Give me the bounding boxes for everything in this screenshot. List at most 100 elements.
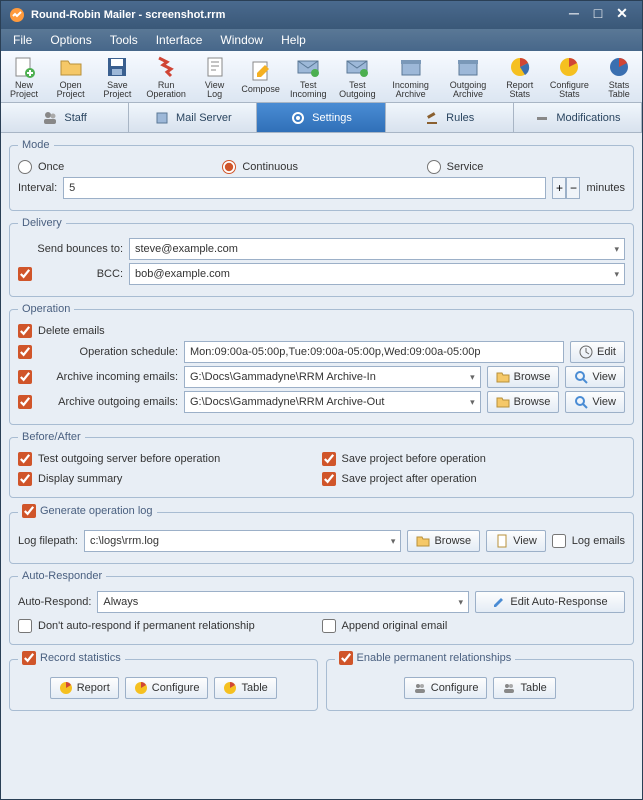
tab-staff[interactable]: Staff xyxy=(1,103,129,132)
stats-report-button[interactable]: Report xyxy=(50,677,119,699)
before-after-legend: Before/After xyxy=(18,431,85,443)
log-view-button[interactable]: View xyxy=(486,530,546,552)
before-after-group: Before/After Test outgoing server before… xyxy=(9,431,634,498)
bcc-checkbox[interactable] xyxy=(18,267,32,281)
pie-gear-icon xyxy=(557,55,581,79)
server-icon xyxy=(154,110,170,126)
tb-configure-stats[interactable]: Configure Stats xyxy=(547,53,592,101)
tb-view-log[interactable]: View Log xyxy=(196,53,234,101)
rel-table-button[interactable]: Table xyxy=(493,677,555,699)
tb-stats-table[interactable]: Stats Table xyxy=(600,53,638,101)
folder-icon xyxy=(496,395,510,409)
tb-test-incoming[interactable]: Test Incoming xyxy=(288,53,329,101)
save-before-checkbox[interactable] xyxy=(322,452,336,466)
stats-configure-button[interactable]: Configure xyxy=(125,677,209,699)
archive-in-label: Archive incoming emails: xyxy=(38,371,178,383)
delivery-legend: Delivery xyxy=(18,217,66,229)
tab-settings[interactable]: Settings xyxy=(257,103,385,132)
folder-open-icon xyxy=(59,55,83,79)
tb-report-stats[interactable]: Report Stats xyxy=(501,53,539,101)
mode-service-radio[interactable] xyxy=(427,160,441,174)
log-emails-checkbox[interactable] xyxy=(552,534,566,548)
maximize-button[interactable]: □ xyxy=(586,5,610,25)
menu-options[interactable]: Options xyxy=(42,31,99,49)
bcc-combo[interactable]: bob@example.com xyxy=(129,263,625,285)
test-server-checkbox[interactable] xyxy=(18,452,32,466)
append-email-label: Append original email xyxy=(342,620,448,632)
tb-open-project[interactable]: Open Project xyxy=(51,53,90,101)
interval-input[interactable] xyxy=(63,177,546,199)
log-filepath-combo[interactable]: c:\logs\rrm.log xyxy=(84,530,402,552)
edit-autoresponse-button[interactable]: Edit Auto-Response xyxy=(475,591,625,613)
rel-configure-button[interactable]: Configure xyxy=(404,677,488,699)
autorespond-mode-combo[interactable]: Always xyxy=(97,591,469,613)
tb-save-project[interactable]: Save Project xyxy=(98,53,136,101)
tab-rules[interactable]: Rules xyxy=(386,103,514,132)
archive-in-view-button[interactable]: View xyxy=(565,366,625,388)
mode-continuous-radio[interactable] xyxy=(222,160,236,174)
tab-mail-server[interactable]: Mail Server xyxy=(129,103,257,132)
log-filepath-label: Log filepath: xyxy=(18,535,78,547)
append-email-checkbox[interactable] xyxy=(322,619,336,633)
menu-window[interactable]: Window xyxy=(212,31,271,49)
interval-unit: minutes xyxy=(586,182,625,194)
window-title: Round-Robin Mailer - screenshot.rrm xyxy=(31,9,562,21)
magnifier-icon xyxy=(574,395,588,409)
archive-out-view-button[interactable]: View xyxy=(565,391,625,413)
tb-incoming-archive[interactable]: Incoming Archive xyxy=(386,53,435,101)
schedule-checkbox[interactable] xyxy=(18,345,32,359)
minimize-button[interactable]: ─ xyxy=(562,5,586,25)
gen-log-checkbox[interactable] xyxy=(22,504,36,518)
pie-chart-icon xyxy=(223,681,237,695)
mode-once-radio[interactable] xyxy=(18,160,32,174)
tab-modifications[interactable]: Modifications xyxy=(514,103,642,132)
archive-in-icon xyxy=(399,55,423,79)
close-button[interactable]: ✕ xyxy=(610,5,634,25)
interval-spinner: + − xyxy=(552,177,580,199)
pie-table-icon xyxy=(607,55,631,79)
archive-out-combo[interactable]: G:\Docs\Gammadyne\RRM Archive-Out xyxy=(184,391,481,413)
stats-checkbox[interactable] xyxy=(22,651,36,665)
schedule-input[interactable] xyxy=(184,341,564,363)
log-emails-label: Log emails xyxy=(572,535,625,547)
menu-tools[interactable]: Tools xyxy=(102,31,146,49)
bounce-combo[interactable]: steve@example.com xyxy=(129,238,625,260)
log-legend: Generate operation log xyxy=(18,504,157,521)
operation-group: Operation Delete emails Operation schedu… xyxy=(9,303,634,425)
archive-in-combo[interactable]: G:\Docs\Gammadyne\RRM Archive-In xyxy=(184,366,481,388)
menu-file[interactable]: File xyxy=(5,31,40,49)
delete-emails-checkbox[interactable] xyxy=(18,324,32,338)
log-browse-button[interactable]: Browse xyxy=(407,530,480,552)
gear-icon xyxy=(290,110,306,126)
archive-out-browse-button[interactable]: Browse xyxy=(487,391,560,413)
menu-help[interactable]: Help xyxy=(273,31,314,49)
archive-in-browse-button[interactable]: Browse xyxy=(487,366,560,388)
archive-in-checkbox[interactable] xyxy=(18,370,32,384)
interval-minus[interactable]: − xyxy=(566,177,580,199)
dont-autorespond-checkbox[interactable] xyxy=(18,619,32,633)
tb-test-outgoing[interactable]: Test Outgoing xyxy=(337,53,378,101)
tb-compose[interactable]: Compose xyxy=(242,57,280,96)
menubar: File Options Tools Interface Window Help xyxy=(1,29,642,51)
dont-autorespond-label: Don't auto-respond if permanent relation… xyxy=(38,620,255,632)
tb-new-project[interactable]: New Project xyxy=(5,53,43,101)
mail-in-icon xyxy=(296,55,320,79)
delivery-group: Delivery Send bounces to: steve@example.… xyxy=(9,217,634,297)
tb-outgoing-archive[interactable]: Outgoing Archive xyxy=(443,53,492,101)
test-server-label: Test outgoing server before operation xyxy=(38,453,220,465)
autorespond-group: Auto-Responder Auto-Respond: Always Edit… xyxy=(9,570,634,645)
schedule-edit-button[interactable]: Edit xyxy=(570,341,625,363)
archive-out-checkbox[interactable] xyxy=(18,395,32,409)
interval-plus[interactable]: + xyxy=(552,177,566,199)
mail-out-icon xyxy=(345,55,369,79)
summary-checkbox[interactable] xyxy=(18,472,32,486)
tb-run-operation[interactable]: Run Operation xyxy=(145,53,188,101)
save-after-checkbox[interactable] xyxy=(322,472,336,486)
stats-table-button[interactable]: Table xyxy=(214,677,276,699)
compose-icon xyxy=(249,59,273,83)
mode-service-label: Service xyxy=(447,161,484,173)
relationships-checkbox[interactable] xyxy=(339,651,353,665)
pie-chart-icon xyxy=(59,681,73,695)
menu-interface[interactable]: Interface xyxy=(148,31,211,49)
log-icon xyxy=(203,55,227,79)
